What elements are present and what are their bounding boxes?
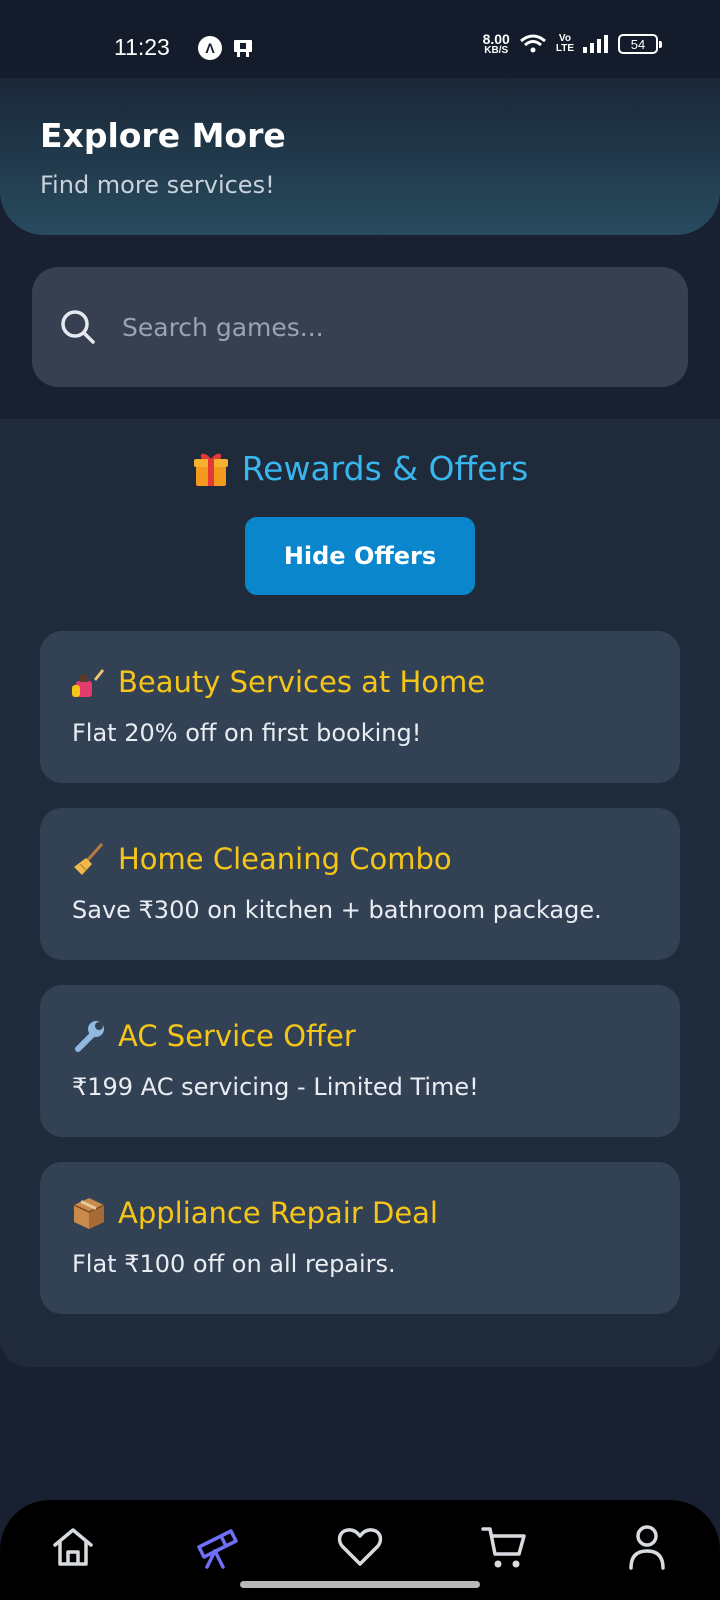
nav-profile[interactable] xyxy=(622,1522,672,1572)
nav-explore[interactable] xyxy=(192,1522,242,1572)
battery-icon: 54 xyxy=(618,34,662,54)
offer-description: Flat ₹100 off on all repairs. xyxy=(72,1250,396,1278)
wifi-icon xyxy=(519,34,546,53)
status-system-icons: 8.00 KB/S Vo LTE 54 xyxy=(483,32,662,56)
network-speed: 8.00 KB/S xyxy=(483,32,510,56)
offer-title: Home Cleaning Combo xyxy=(118,842,452,876)
search-bar[interactable] xyxy=(32,267,688,387)
offer-card-appliance[interactable]: Appliance Repair Deal Flat ₹100 off on a… xyxy=(40,1162,680,1314)
offer-description: Flat 20% off on first booking! xyxy=(72,719,422,747)
offer-title-row: Beauty Services at Home xyxy=(72,665,485,699)
app-screen: 11:23 Λ 8.00 KB/S Vo LTE 54 Explore More… xyxy=(0,0,720,1600)
search-icon xyxy=(61,310,95,344)
home-icon xyxy=(53,1528,93,1566)
offer-card-ac[interactable]: AC Service Offer ₹199 AC servicing - Lim… xyxy=(40,985,680,1137)
rewards-heading: Rewards & Offers xyxy=(0,449,720,488)
offer-title-row: Home Cleaning Combo xyxy=(72,842,452,876)
nav-cart[interactable] xyxy=(479,1522,529,1572)
wrench-icon xyxy=(75,1021,104,1052)
signal-icon xyxy=(583,35,608,53)
offer-card-cleaning[interactable]: Home Cleaning Combo Save ₹300 on kitchen… xyxy=(40,808,680,960)
offer-title: AC Service Offer xyxy=(118,1019,356,1053)
offer-description: Save ₹300 on kitchen + bathroom package. xyxy=(72,896,602,924)
offer-title-row: Appliance Repair Deal xyxy=(72,1196,438,1230)
rewards-section: Rewards & Offers Hide Offers Beauty Serv… xyxy=(0,419,720,1367)
page-subtitle: Find more services! xyxy=(40,171,275,199)
offer-title: Beauty Services at Home xyxy=(118,665,486,699)
broom-icon xyxy=(74,843,104,875)
status-notification-icons: Λ xyxy=(198,36,254,60)
profile-icon xyxy=(629,1525,665,1570)
volte-indicator: Vo LTE xyxy=(556,34,574,54)
network-speed-unit: KB/S xyxy=(484,45,509,56)
gift-icon xyxy=(193,453,228,486)
page-title: Explore More xyxy=(40,116,286,155)
rewards-title: Rewards & Offers xyxy=(241,449,529,488)
status-bar: 11:23 Λ 8.00 KB/S Vo LTE 54 xyxy=(0,0,720,78)
volte-bottom: LTE xyxy=(555,43,574,54)
sim-notification-icon xyxy=(234,40,252,57)
search-input[interactable] xyxy=(122,312,642,342)
app-notification-icon: Λ xyxy=(198,36,222,60)
home-indicator[interactable] xyxy=(240,1581,480,1588)
cart-icon xyxy=(481,1527,526,1568)
nail-polish-icon xyxy=(72,669,104,697)
explore-header: Explore More Find more services! xyxy=(0,78,720,235)
nav-home[interactable] xyxy=(48,1522,98,1572)
heart-icon xyxy=(337,1528,383,1566)
network-speed-value: 8.00 xyxy=(482,31,510,47)
package-icon xyxy=(73,1198,105,1229)
status-time: 11:23 xyxy=(114,34,170,60)
offer-card-beauty[interactable]: Beauty Services at Home Flat 20% off on … xyxy=(40,631,680,783)
offer-title: Appliance Repair Deal xyxy=(118,1196,438,1230)
offer-description: ₹199 AC servicing - Limited Time! xyxy=(72,1073,479,1101)
telescope-icon xyxy=(197,1529,238,1569)
offer-title-row: AC Service Offer xyxy=(72,1019,356,1053)
hide-offers-button[interactable]: Hide Offers xyxy=(245,517,475,595)
nav-favorites[interactable] xyxy=(335,1522,385,1572)
